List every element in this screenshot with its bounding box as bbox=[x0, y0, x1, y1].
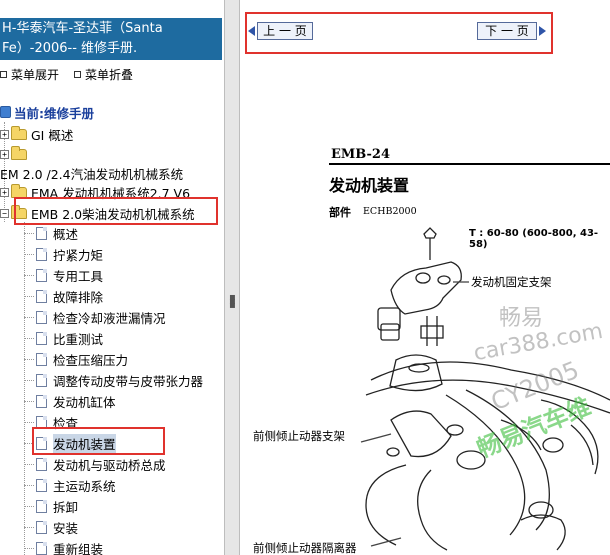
tree-item[interactable]: 检查冷却液泄漏情况 bbox=[24, 307, 166, 327]
tree-item[interactable]: 检查压缩压力 bbox=[24, 349, 128, 369]
section-code: EMB-24 bbox=[331, 147, 391, 162]
tree-item[interactable]: 拆卸 bbox=[24, 496, 78, 516]
page-icon bbox=[36, 268, 47, 282]
tree-item-label: 检查 bbox=[53, 415, 79, 431]
tree-item-label: 检查压缩压力 bbox=[53, 352, 129, 368]
page-icon bbox=[36, 289, 47, 303]
manual-book-icon bbox=[0, 106, 11, 118]
tree-item-label: 发动机装置 bbox=[53, 433, 116, 453]
tree-item[interactable]: 安装 bbox=[24, 517, 78, 537]
page-icon bbox=[36, 247, 47, 261]
tree-item-label: 检查冷却液泄漏情况 bbox=[53, 310, 166, 326]
prev-page-button[interactable]: 上 一 页 bbox=[257, 22, 313, 40]
page-icon bbox=[36, 499, 47, 513]
tree-item[interactable]: 拧紧力矩 bbox=[24, 244, 103, 264]
tree-item[interactable]: 主运动系统 bbox=[24, 475, 116, 495]
tree-item-label: 概述 bbox=[53, 226, 79, 242]
tree-item-label: 拆卸 bbox=[53, 499, 79, 515]
page-icon bbox=[36, 226, 47, 240]
tree-item-label: 发动机与驱动桥总成 bbox=[53, 457, 166, 473]
manual-title-line1: H-华泰汽车-圣达菲（Santa bbox=[2, 21, 163, 36]
tree-item[interactable]: 重新组装 bbox=[24, 538, 103, 555]
tree-item-label: 重新组装 bbox=[53, 541, 104, 555]
page-icon bbox=[36, 373, 47, 387]
tree-node-gi[interactable]: + GI 概述 bbox=[0, 124, 73, 144]
tree-node-ema[interactable]: + EMA 发动机机械系统2.7 V6 bbox=[0, 182, 190, 202]
parts-label: 部件 bbox=[329, 206, 351, 219]
splitter-grip-icon[interactable]: ▪ ▪ ▪ bbox=[229, 293, 236, 311]
label-front-roll-stopper-insulator: 前侧倾止动器隔离器 bbox=[253, 541, 357, 555]
label-front-roll-stopper-bracket: 前侧倾止动器支架 bbox=[253, 429, 345, 443]
tree-item-label: 主运动系统 bbox=[53, 478, 116, 494]
tree-item-label: 调整传动皮带与皮带张力器 bbox=[53, 373, 204, 389]
parts-code: ECHB2000 bbox=[363, 206, 417, 217]
tree-item-label: 故障排除 bbox=[53, 289, 104, 305]
tree-item-label: 发动机缸体 bbox=[53, 394, 116, 410]
tree-current-root[interactable]: 当前:维修手册 bbox=[0, 102, 94, 122]
page-title: 发动机装置 bbox=[329, 176, 410, 195]
tree-item[interactable]: 故障排除 bbox=[24, 286, 103, 306]
manual-title-line2: Fe）-2006-- 维修手册. bbox=[2, 41, 138, 56]
tree-item[interactable]: 概述 bbox=[24, 223, 78, 243]
header-rule bbox=[329, 163, 610, 165]
page-icon bbox=[36, 436, 47, 450]
torque-spec: T : 60-80 (600-800, 43-58) bbox=[469, 228, 599, 250]
expand-menu-label: 菜单展开 bbox=[11, 68, 60, 82]
tree-item-label: 比重测试 bbox=[53, 331, 104, 347]
label-engine-mount-bracket: 发动机固定支架 bbox=[471, 275, 552, 289]
document-pane: 上 一 页 下 一 页 EMB-24 发动机装置 部件 ECHB2000 T:… bbox=[241, 0, 610, 555]
tree-node-em[interactable]: EM 2.0 /2.4汽油发动机机械系统 bbox=[0, 163, 183, 183]
menu-toolbar: 菜单展开 菜单折叠 bbox=[0, 66, 222, 82]
tree-item[interactable]: 发动机与驱动桥总成 bbox=[24, 454, 166, 474]
tree-label-gi: GI 概述 bbox=[31, 127, 74, 143]
tree-node-emb[interactable]: − EMB 2.0柴油发动机机械系统 bbox=[0, 203, 195, 223]
tree-item[interactable]: 调整传动皮带与皮带张力器 bbox=[24, 370, 203, 390]
page-icon bbox=[36, 352, 47, 366]
expand-icon bbox=[0, 71, 7, 78]
collapse-menu-label: 菜单折叠 bbox=[85, 68, 134, 82]
collapse-menu-button[interactable]: 菜单折叠 bbox=[74, 66, 133, 83]
next-arrow-icon[interactable] bbox=[539, 26, 546, 36]
page-icon bbox=[36, 415, 47, 429]
tree-label-emb: EMB 2.0柴油发动机机械系统 bbox=[31, 206, 195, 222]
next-page-button[interactable]: 下 一 页 bbox=[477, 22, 537, 40]
folder-icon bbox=[11, 125, 27, 140]
tree-item-label: 专用工具 bbox=[53, 268, 104, 284]
page-icon bbox=[36, 520, 47, 534]
tree-item[interactable]: 检查 bbox=[24, 412, 78, 432]
manual-title: H-华泰汽车-圣达菲（Santa Fe）-2006-- 维修手册. bbox=[0, 18, 222, 60]
expand-plus-icon[interactable]: + bbox=[0, 149, 9, 159]
navigation-pane: H-华泰汽车-圣达菲（Santa Fe）-2006-- 维修手册. 菜单展开 菜… bbox=[0, 0, 224, 555]
tree-item-label: 安装 bbox=[53, 520, 79, 536]
tree-item-label: 拧紧力矩 bbox=[53, 247, 104, 263]
expand-menu-button[interactable]: 菜单展开 bbox=[0, 66, 59, 83]
page-icon bbox=[36, 394, 47, 408]
tree-label-em: EM 2.0 /2.4汽油发动机机械系统 bbox=[0, 166, 184, 182]
tree-item[interactable]: 比重测试 bbox=[24, 328, 103, 348]
open-folder-icon bbox=[11, 204, 27, 219]
current-label: 当前:维修手册 bbox=[14, 105, 94, 121]
page-icon bbox=[36, 331, 47, 345]
tree-node-unnamed[interactable]: + bbox=[0, 144, 31, 164]
collapse-minus-icon[interactable]: − bbox=[0, 208, 9, 218]
collapse-icon bbox=[74, 71, 81, 78]
watermark-text: 畅易 bbox=[499, 306, 544, 331]
tree-item-selected[interactable]: 发动机装置 bbox=[24, 433, 116, 453]
folder-icon bbox=[11, 145, 27, 160]
prev-arrow-icon[interactable] bbox=[248, 26, 255, 36]
expand-plus-icon[interactable]: + bbox=[0, 187, 9, 197]
page-icon bbox=[36, 478, 47, 492]
page-icon bbox=[36, 541, 47, 555]
tree-label-ema: EMA 发动机机械系统2.7 V6 bbox=[31, 185, 191, 201]
page-icon bbox=[36, 457, 47, 471]
expand-plus-icon[interactable]: + bbox=[0, 129, 9, 139]
pane-splitter[interactable]: ▪ ▪ ▪ bbox=[224, 0, 240, 555]
page-nav-bar: 上 一 页 下 一 页 bbox=[245, 18, 546, 44]
folder-icon bbox=[11, 183, 27, 198]
page-icon bbox=[36, 310, 47, 324]
tree-item[interactable]: 发动机缸体 bbox=[24, 391, 116, 411]
tree-item[interactable]: 专用工具 bbox=[24, 265, 103, 285]
